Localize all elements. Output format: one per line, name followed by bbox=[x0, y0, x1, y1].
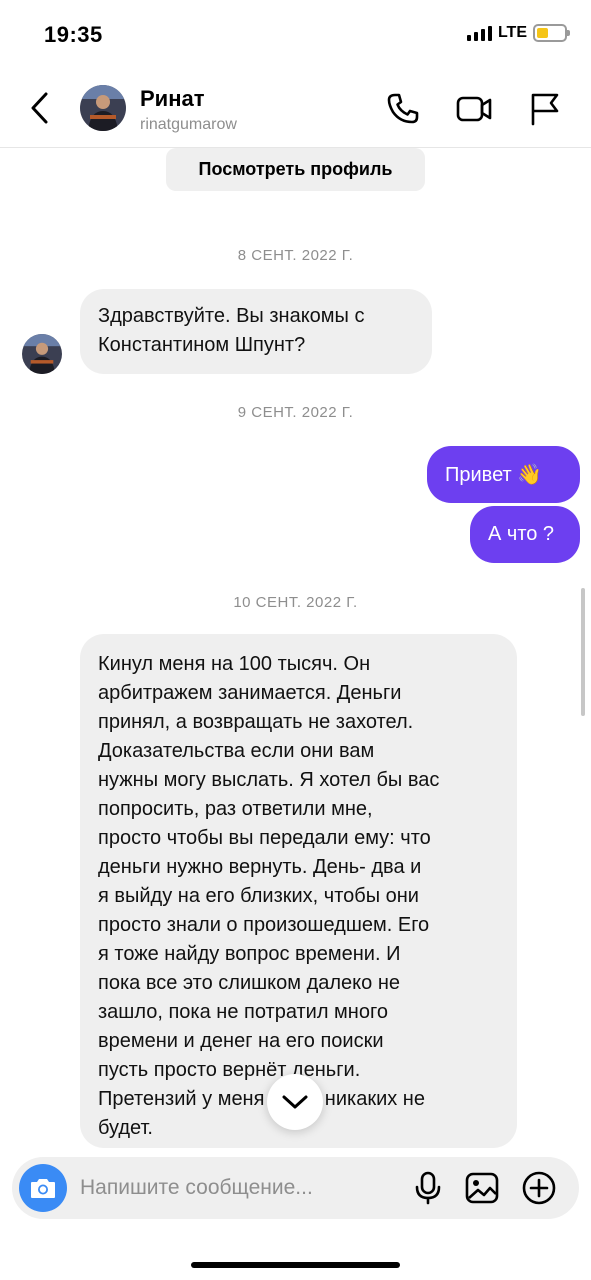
date-separator: 10 СЕНТ. 2022 Г. bbox=[233, 594, 358, 611]
message-line: Константином Шпунт? bbox=[98, 334, 306, 356]
message-line: нужны могу выслать. Я хотел бы вас bbox=[98, 769, 440, 791]
outgoing-message[interactable]: Привет 👋 bbox=[427, 446, 580, 503]
home-indicator[interactable] bbox=[191, 1262, 400, 1268]
message-line: деньги нужно вернуть. День- два и bbox=[98, 856, 422, 878]
more-actions-button[interactable] bbox=[521, 1170, 557, 1206]
chat-header: Ринат rinatgumarow bbox=[0, 68, 591, 148]
message-line: арбитражем занимается. Деньги bbox=[98, 682, 402, 704]
sender-avatar[interactable] bbox=[22, 334, 62, 374]
avatar-photo-icon bbox=[80, 85, 126, 131]
video-icon bbox=[456, 96, 492, 122]
camera-icon bbox=[31, 1179, 55, 1198]
status-indicators: LTE bbox=[466, 24, 570, 42]
scrollbar[interactable] bbox=[581, 588, 585, 716]
network-label: LTE bbox=[497, 24, 527, 41]
message-line: просто знали о произошедшем. Его bbox=[98, 914, 430, 936]
message-input[interactable] bbox=[80, 1173, 370, 1203]
avatar[interactable] bbox=[80, 85, 126, 131]
contact-name[interactable]: Ринат bbox=[140, 86, 205, 112]
date-separator: 9 СЕНТ. 2022 Г. bbox=[237, 404, 354, 421]
scroll-to-bottom-button[interactable] bbox=[267, 1074, 323, 1130]
call-button[interactable] bbox=[386, 92, 420, 126]
view-profile-button[interactable]: Посмотреть профиль bbox=[166, 148, 425, 191]
phone-icon bbox=[387, 93, 419, 124]
message-line: времени и денег на его поиски bbox=[98, 1030, 384, 1052]
message-text: Привет 👋 bbox=[445, 464, 543, 486]
message-line: попросить, раз ответили мне, bbox=[98, 798, 373, 820]
message-line: Доказательства если они вам bbox=[98, 740, 375, 762]
message-line: зашло, пока не потратил много bbox=[98, 1001, 388, 1023]
microphone-icon bbox=[415, 1171, 441, 1205]
incoming-message[interactable]: Кинул меня на 100 тысяч. Он арбитражем з… bbox=[80, 634, 517, 1148]
battery-icon bbox=[533, 24, 570, 42]
chevron-down-icon bbox=[282, 1095, 308, 1109]
message-line: принял, а возвращать не захотел. bbox=[98, 711, 414, 733]
contact-username: rinatgumarow bbox=[140, 116, 237, 133]
outgoing-message[interactable]: А что ? bbox=[470, 506, 580, 563]
voice-message-button[interactable] bbox=[410, 1170, 446, 1206]
avatar-photo-icon bbox=[22, 334, 62, 374]
message-line: Здравствуйте. Вы знакомы с bbox=[98, 305, 365, 327]
video-call-button[interactable] bbox=[456, 92, 492, 126]
plus-circle-icon bbox=[522, 1171, 556, 1205]
incoming-message[interactable]: Здравствуйте. Вы знакомы с Константином … bbox=[80, 289, 432, 374]
back-button[interactable] bbox=[26, 90, 54, 126]
message-line: пока все это слишком далеко не bbox=[98, 972, 400, 994]
message-text: А что ? bbox=[488, 523, 555, 545]
message-composer bbox=[12, 1157, 579, 1219]
message-line: Кинул меня на 100 тысяч. Он bbox=[98, 653, 371, 675]
message-line: я выйду на его близких, чтобы они bbox=[98, 885, 419, 907]
status-time: 19:35 bbox=[44, 22, 103, 47]
report-button[interactable] bbox=[528, 92, 562, 126]
message-line: просто чтобы вы передали ему: что bbox=[98, 827, 431, 849]
chat-screen: 19:35 LTE Ринат rinatgumarow Посмотреть … bbox=[0, 0, 591, 1280]
back-icon bbox=[31, 92, 48, 124]
gallery-button[interactable] bbox=[464, 1170, 500, 1206]
camera-button[interactable] bbox=[19, 1164, 67, 1212]
date-separator: 8 СЕНТ. 2022 Г. bbox=[237, 247, 354, 264]
message-line: я тоже найду вопрос времени. И bbox=[98, 943, 401, 965]
signal-icon bbox=[466, 25, 492, 41]
flag-icon bbox=[531, 93, 559, 126]
image-icon bbox=[465, 1172, 499, 1204]
